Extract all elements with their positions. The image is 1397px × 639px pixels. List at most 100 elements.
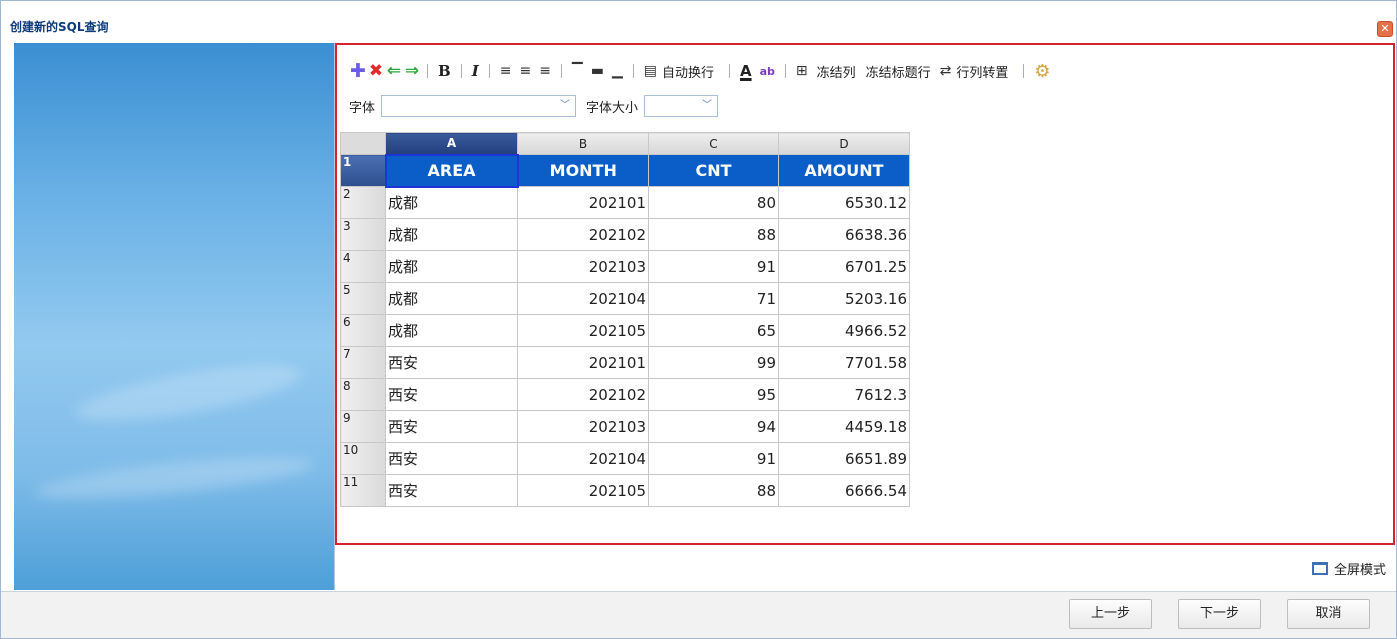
valign-top-icon[interactable]: ▔ — [568, 60, 587, 82]
grid-cell[interactable]: 91 — [648, 250, 779, 283]
column-header-b[interactable]: B — [517, 132, 649, 155]
valign-bottom-icon[interactable]: ▁ — [608, 60, 627, 82]
grid-cell[interactable]: AMOUNT — [778, 154, 910, 187]
italic-button[interactable]: I — [468, 60, 483, 82]
grid-cell[interactable]: 6530.12 — [778, 186, 910, 219]
row-header[interactable]: 10 — [340, 442, 386, 475]
settings-icon[interactable]: ⚙ — [1030, 60, 1054, 82]
grid-cell[interactable]: 西安 — [385, 474, 518, 507]
grid-cell[interactable]: 6651.89 — [778, 442, 910, 475]
font-label: 字体 — [349, 100, 376, 116]
grid-cell[interactable]: 成都 — [385, 218, 518, 251]
grid-cell[interactable]: 95 — [648, 378, 779, 411]
grid-cell[interactable]: 成都 — [385, 250, 518, 283]
column-header-c[interactable]: C — [648, 132, 779, 155]
fullscreen-toggle[interactable]: 全屏模式 — [1311, 559, 1386, 578]
grid-cell[interactable]: 6666.54 — [778, 474, 910, 507]
grid-cell[interactable]: 94 — [648, 410, 779, 443]
grid-cell[interactable]: 成都 — [385, 282, 518, 315]
dialog-title: 创建新的SQL查询 — [10, 20, 109, 34]
font-size-select[interactable]: ﹀ — [644, 95, 719, 117]
grid-cell[interactable]: 成都 — [385, 186, 518, 219]
grid-cell[interactable]: 202105 — [517, 314, 649, 347]
grid-cell[interactable]: 4966.52 — [778, 314, 910, 347]
grid-cell[interactable]: 6638.36 — [778, 218, 910, 251]
grid-cell[interactable]: 7612.3 — [778, 378, 910, 411]
grid-cell[interactable]: 西安 — [385, 346, 518, 379]
grid-cell[interactable]: 91 — [648, 442, 779, 475]
grid-cell[interactable]: 65 — [648, 314, 779, 347]
next-button[interactable]: 下一步 — [1178, 599, 1261, 629]
grid-cell[interactable]: 202105 — [517, 474, 649, 507]
grid-cell[interactable]: 88 — [648, 218, 779, 251]
grid-cell[interactable]: 202101 — [517, 346, 649, 379]
wrap-text-label: 自动换行 — [661, 65, 714, 81]
freeze-title-row-button[interactable]: 冻结标题行 — [861, 60, 936, 82]
wrap-text-button[interactable]: ▤ 自动换行 — [640, 60, 723, 82]
add-icon[interactable]: ✚ — [349, 60, 367, 82]
grid-cell[interactable]: CNT — [648, 154, 779, 187]
align-left-icon[interactable]: ≡ — [496, 60, 516, 82]
table-row: 10 西安 202104 91 6651.89 — [340, 442, 910, 475]
row-header[interactable]: 4 — [340, 250, 386, 283]
grid-cell[interactable]: 88 — [648, 474, 779, 507]
grid-cell[interactable]: 202101 — [517, 186, 649, 219]
align-center-icon[interactable]: ≡ — [515, 60, 535, 82]
grid-cell[interactable]: 202104 — [517, 442, 649, 475]
previous-button[interactable]: 上一步 — [1069, 599, 1152, 629]
close-icon[interactable]: ✕ — [1377, 21, 1393, 37]
grid-cell[interactable]: 99 — [648, 346, 779, 379]
row-header[interactable]: 7 — [340, 346, 386, 379]
grid-cell[interactable]: 7701.58 — [778, 346, 910, 379]
freeze-column-button[interactable]: 冻结列 — [812, 60, 861, 82]
spreadsheet-editor: ✚ ✖ ⇐ ⇒ B I ≡ ≡ ≡ ▔ ▬ ▁ ▤ 自动换行 A ab ⊞ 冻结… — [335, 43, 1395, 545]
bold-button[interactable]: B — [434, 60, 455, 82]
row-header[interactable]: 5 — [340, 282, 386, 315]
row-header[interactable]: 3 — [340, 218, 386, 251]
row-header[interactable]: 9 — [340, 410, 386, 443]
valign-middle-icon[interactable]: ▬ — [587, 60, 608, 82]
cancel-button[interactable]: 取消 — [1287, 599, 1370, 629]
row-header[interactable]: 6 — [340, 314, 386, 347]
delete-icon[interactable]: ✖ — [367, 60, 385, 82]
grid-cell[interactable]: 西安 — [385, 378, 518, 411]
chevron-down-icon[interactable]: ﹀ — [697, 96, 717, 116]
column-header-d[interactable]: D — [778, 132, 910, 155]
move-right-icon[interactable]: ⇒ — [403, 60, 421, 82]
fullscreen-label: 全屏模式 — [1333, 563, 1386, 578]
grid-cell[interactable]: MONTH — [517, 154, 649, 187]
move-left-icon[interactable]: ⇐ — [385, 60, 403, 82]
background-color-icon[interactable]: ab — [756, 60, 779, 82]
grid-cell[interactable]: 西安 — [385, 410, 518, 443]
text-color-icon[interactable]: A — [736, 60, 756, 82]
toolbar-separator — [427, 64, 428, 78]
font-select[interactable]: ﹀ — [381, 95, 577, 117]
table-row: 3 成都 202102 88 6638.36 — [340, 218, 910, 251]
align-right-icon[interactable]: ≡ — [535, 60, 555, 82]
row-header[interactable]: 8 — [340, 378, 386, 411]
grid-cell[interactable]: AREA — [384, 153, 519, 188]
toolbar-separator — [488, 64, 490, 78]
transpose-button[interactable]: ⇄ 行列转置 — [936, 60, 1018, 82]
grid-cell[interactable]: 6701.25 — [778, 250, 910, 283]
table-row: 8 西安 202102 95 7612.3 — [340, 378, 910, 411]
grid-cell[interactable]: 202102 — [517, 218, 649, 251]
select-all-corner[interactable] — [340, 132, 386, 155]
border-icon[interactable]: ⊞ — [792, 60, 812, 82]
grid-cell[interactable]: 202104 — [517, 282, 649, 315]
grid-cell[interactable]: 202103 — [517, 250, 649, 283]
row-header[interactable]: 2 — [340, 186, 386, 219]
row-header[interactable]: 1 — [340, 154, 386, 187]
grid-cell[interactable]: 80 — [648, 186, 779, 219]
grid-cell[interactable]: 5203.16 — [778, 282, 910, 315]
window-icon — [1311, 562, 1328, 575]
grid-cell[interactable]: 202103 — [517, 410, 649, 443]
chevron-down-icon[interactable]: ﹀ — [555, 96, 575, 116]
grid-cell[interactable]: 71 — [648, 282, 779, 315]
column-header-a[interactable]: A — [385, 132, 518, 155]
grid-cell[interactable]: 成都 — [385, 314, 518, 347]
grid-cell[interactable]: 西安 — [385, 442, 518, 475]
row-header[interactable]: 11 — [340, 474, 386, 507]
grid-cell[interactable]: 4459.18 — [778, 410, 910, 443]
grid-cell[interactable]: 202102 — [517, 378, 649, 411]
